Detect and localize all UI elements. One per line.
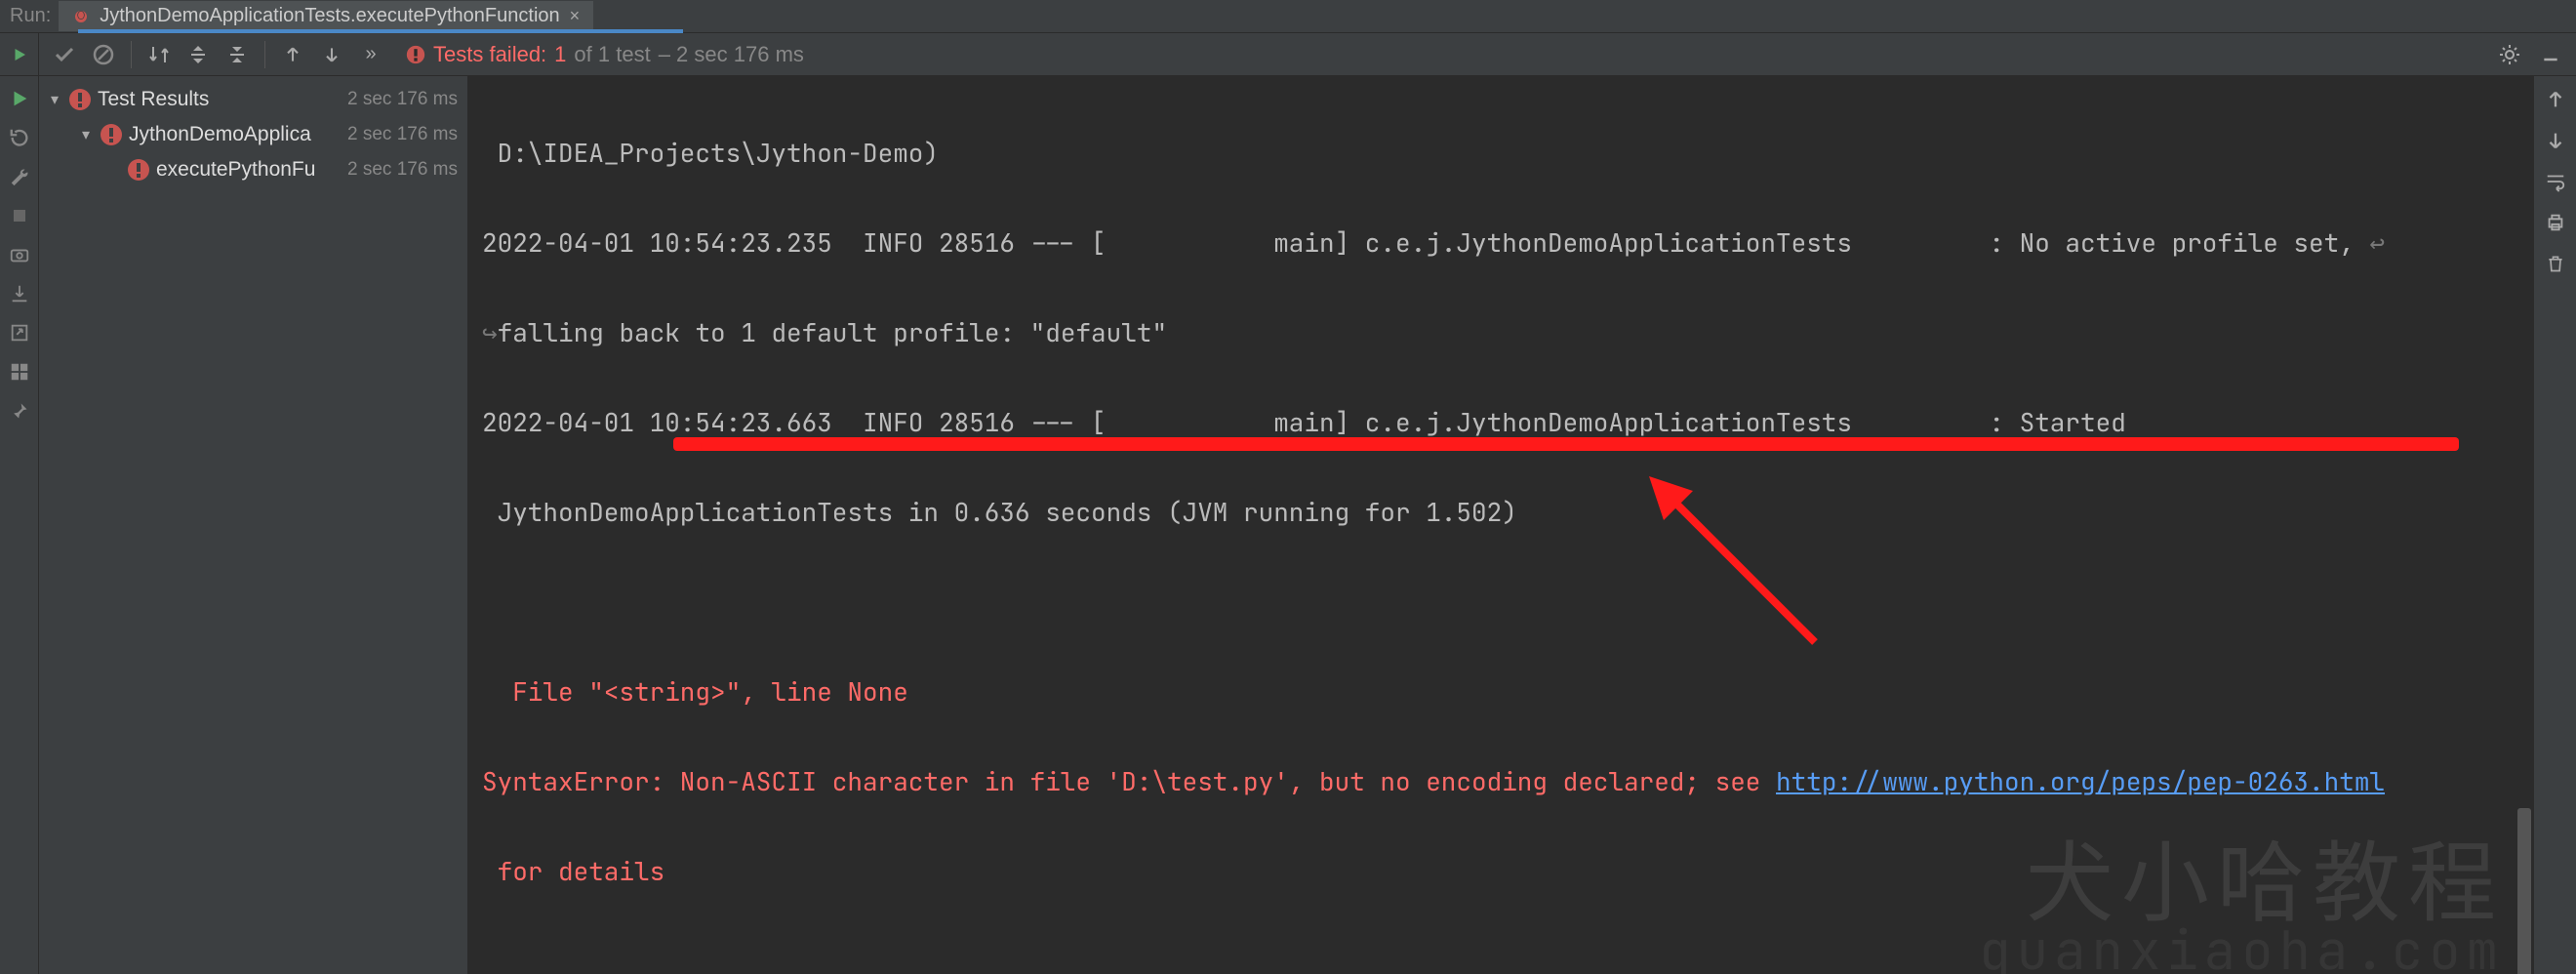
wrench-icon[interactable] <box>7 164 32 189</box>
tree-method-time: 2 sec 176 ms <box>347 159 467 181</box>
scroll-up-icon[interactable] <box>2542 86 2569 113</box>
tree-method[interactable]: executePythonFu 2 sec 176 ms <box>39 152 467 187</box>
console-output[interactable]: D:\IDEA_Projects\Jython-Demo) 2022-04-01… <box>468 76 2533 974</box>
status-prefix: Tests failed: <box>433 42 546 67</box>
chevron-down-icon[interactable]: ▾ <box>47 90 62 109</box>
clear-icon[interactable] <box>2542 250 2569 277</box>
sort-button[interactable] <box>143 39 175 70</box>
run-tab[interactable]: JythonDemoApplicationTests.executePython… <box>59 1 593 31</box>
tree-class-time: 2 sec 176 ms <box>347 124 467 145</box>
gear-icon[interactable] <box>2496 41 2523 68</box>
expand-all-button[interactable] <box>182 39 214 70</box>
test-toolbar: » Tests failed: 1 of 1 test – 2 sec 176 … <box>0 33 2576 76</box>
stop-button[interactable] <box>7 203 32 228</box>
tree-root[interactable]: ▾ Test Results 2 sec 176 ms <box>39 82 467 117</box>
run-label: Run: <box>10 5 51 27</box>
export-button[interactable] <box>7 320 32 345</box>
fail-icon <box>127 158 150 182</box>
tree-class[interactable]: ▾ JythonDemoApplica 2 sec 176 ms <box>39 117 467 152</box>
tree-root-time: 2 sec 176 ms <box>347 89 467 110</box>
rerun-failed-button[interactable] <box>7 86 32 111</box>
console-line: falling back to 1 default profile: "defa… <box>498 315 1167 349</box>
tree-root-label: Test Results <box>98 88 347 111</box>
layout-button[interactable] <box>7 359 32 385</box>
softwrap-icon: ↪ <box>482 315 498 349</box>
pin-icon[interactable] <box>7 398 32 424</box>
console-line: JythonDemoApplicationTests in 0.636 seco… <box>482 495 1517 529</box>
minimize-icon[interactable] <box>2537 41 2564 68</box>
status-count: 1 <box>554 42 566 67</box>
fail-icon <box>68 88 92 111</box>
console-line: SyntaxError: Non-ASCII character in file… <box>482 764 1776 798</box>
status-of: of 1 test <box>574 42 650 67</box>
chevron-down-icon[interactable]: ▾ <box>78 125 94 144</box>
console-line: 2022-04-01 10:54:23.663 INFO 28516 --- [… <box>482 405 2141 439</box>
annotation-arrow <box>1639 467 1834 662</box>
run-left-gutter <box>0 76 39 974</box>
close-icon[interactable]: × <box>570 6 581 26</box>
pep-link[interactable]: http://www.python.org/peps/pep-0263.html <box>1776 764 2385 798</box>
bug-icon <box>72 8 90 25</box>
print-icon[interactable] <box>2542 209 2569 236</box>
annotation-underline <box>673 437 2459 451</box>
tree-class-label: JythonDemoApplica <box>129 123 347 146</box>
run-tab-title: JythonDemoApplicationTests.executePython… <box>100 5 559 27</box>
fail-icon <box>406 45 425 64</box>
run-tabrow: Run: JythonDemoApplicationTests.executeP… <box>0 0 2576 33</box>
toggle-auto-button[interactable] <box>7 125 32 150</box>
console-right-gutter <box>2533 76 2576 974</box>
vertical-scrollbar[interactable] <box>2517 808 2531 974</box>
next-failed-button[interactable] <box>316 39 347 70</box>
softwrap-toggle[interactable] <box>2542 168 2569 195</box>
tree-method-label: executePythonFu <box>156 158 347 182</box>
show-passed-toggle[interactable] <box>49 39 80 70</box>
scroll-down-icon[interactable] <box>2542 127 2569 154</box>
console-line: for details <box>482 854 664 888</box>
console-line: D:\IDEA_Projects\Jython-Demo) <box>482 136 939 170</box>
more-button[interactable]: » <box>355 39 386 70</box>
collapse-all-button[interactable] <box>221 39 253 70</box>
fail-icon <box>100 123 123 146</box>
dump-button[interactable] <box>7 242 32 267</box>
console-line: File "<string>", line None <box>482 674 908 709</box>
prev-failed-button[interactable] <box>277 39 308 70</box>
console-line: 2022-04-01 10:54:23.235 INFO 28516 --- [… <box>482 225 2369 260</box>
softwrap-icon: ↩ <box>2369 225 2385 260</box>
status-time: – 2 sec 176 ms <box>659 42 804 67</box>
show-ignored-toggle[interactable] <box>88 39 119 70</box>
rerun-button[interactable] <box>0 33 39 75</box>
test-status: Tests failed: 1 of 1 test – 2 sec 176 ms <box>396 33 804 75</box>
import-button[interactable] <box>7 281 32 306</box>
test-tree[interactable]: ▾ Test Results 2 sec 176 ms ▾ JythonDemo… <box>39 76 468 974</box>
